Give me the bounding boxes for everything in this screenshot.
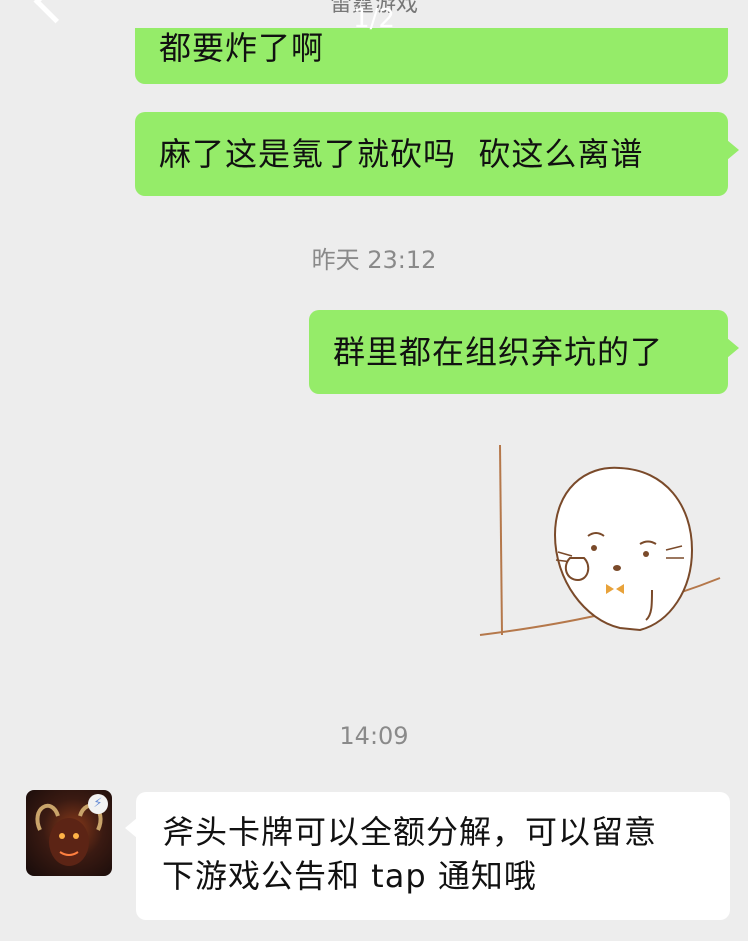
message-text: 麻了这是氪了就砍吗 砍这么离谱 [159,135,644,173]
message-text: 都要炸了啊 [159,29,325,67]
message-bubble[interactable]: 群里都在组织弃坑的了 [309,310,739,394]
bubble-tail [125,818,137,838]
avatar[interactable]: ⚡ [26,790,112,876]
page-counter: 1/2 [353,4,395,34]
bubble-tail [727,140,739,160]
message-text: 群里都在组织弃坑的了 [333,333,664,371]
timestamp: 14:09 [339,722,409,750]
message-text-line: 斧头卡牌可以全额分解，可以留意 [162,813,658,851]
timestamp: 昨天 23:12 [311,246,437,274]
message-text-line: 下游戏公告和 tap 通知哦 [162,857,537,895]
verified-badge-icon: ⚡ [88,794,108,814]
bubble-tail [727,338,739,358]
message-bubble[interactable]: 斧头卡牌可以全额分解，可以留意 下游戏公告和 tap 通知哦 [125,792,730,920]
seal-sticker-icon[interactable] [470,440,730,650]
message-bubble[interactable]: 麻了这是氪了就砍吗 砍这么离谱 [135,112,739,196]
